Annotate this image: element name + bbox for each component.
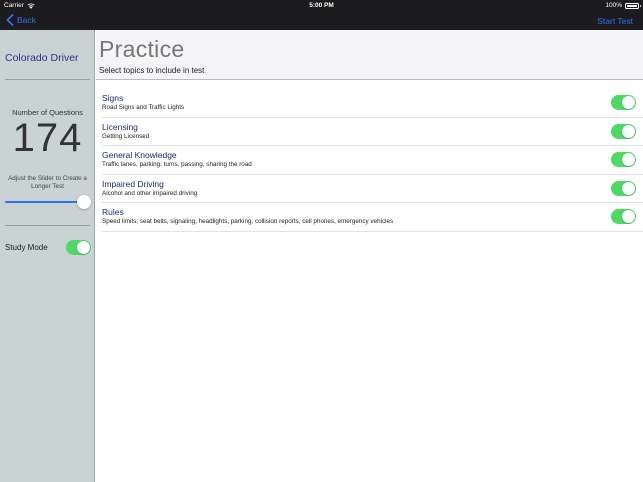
study-mode-label: Study Mode: [5, 243, 48, 252]
topic-description: Speed limits, seat belts, signaling, hea…: [102, 218, 394, 226]
topic-list: Signs Road Signs and Traffic Lights Lice…: [102, 89, 643, 232]
topic-description: Road Signs and Traffic Lights: [102, 104, 185, 111]
slider-hint: Adjust the Slider to Create a Longer Tes…: [8, 175, 87, 190]
topic-toggle-signs[interactable]: [611, 95, 636, 110]
topic-row: General Knowledge Traffic lanes, parking…: [102, 146, 643, 175]
start-test-button[interactable]: Start Test: [597, 16, 633, 26]
topic-description: Alcohol and other impaired driving: [102, 189, 198, 197]
main-header: Practice Select topics to include in tes…: [96, 30, 643, 80]
status-time: 5:00 PM: [309, 2, 334, 9]
slider-fill: [5, 201, 84, 203]
topic-name: Impaired Driving: [102, 178, 164, 189]
topic-row: Signs Road Signs and Traffic Lights: [102, 89, 643, 118]
topic-row: Licensing Getting Licensed: [102, 118, 643, 147]
topic-row: Impaired Driving Alcohol and other impai…: [102, 175, 643, 204]
study-mode-toggle[interactable]: [66, 240, 91, 255]
battery-icon: [625, 2, 641, 9]
sidebar-title: Colorado Driver: [5, 52, 79, 64]
battery-percent: 100%: [605, 2, 622, 9]
sidebar-divider: [5, 79, 90, 80]
topic-toggle-licensing[interactable]: [611, 123, 636, 139]
main-panel: Practice Select topics to include in tes…: [96, 30, 643, 482]
topic-name: Signs: [102, 93, 124, 103]
status-bar: Carrier 5:00 PM 100%: [0, 0, 643, 11]
topic-name: Rules: [102, 207, 124, 218]
chevron-left-icon: [5, 14, 15, 26]
topic-description: Traffic lanes, parking, turns, passing, …: [102, 161, 252, 169]
topic-description: Getting Licensed: [102, 132, 150, 140]
page-subtitle: Select topics to include in test: [99, 66, 205, 75]
topic-toggle-rules[interactable]: [611, 209, 636, 225]
question-count-value: 174: [12, 116, 83, 160]
topic-row: Rules Speed limits, seat belts, signalin…: [102, 203, 643, 232]
back-label: Back: [17, 15, 36, 25]
sidebar-divider: [5, 225, 90, 226]
back-button[interactable]: Back: [5, 14, 36, 26]
question-count-slider[interactable]: [5, 195, 91, 209]
top-bar: Carrier 5:00 PM 100% Back Start Test: [0, 0, 643, 30]
page-title: Practice: [99, 36, 185, 62]
topic-name: Licensing: [102, 121, 138, 132]
sidebar: Colorado Driver Number of Questions 174 …: [0, 30, 95, 482]
navigation-bar: Back Start Test: [0, 12, 643, 30]
battery-group: 100%: [605, 2, 641, 9]
topic-name: General Knowledge: [102, 150, 177, 161]
topic-toggle-impaired-driving[interactable]: [611, 180, 636, 196]
topic-toggle-general-knowledge[interactable]: [611, 152, 636, 168]
slider-thumb[interactable]: [77, 195, 91, 209]
